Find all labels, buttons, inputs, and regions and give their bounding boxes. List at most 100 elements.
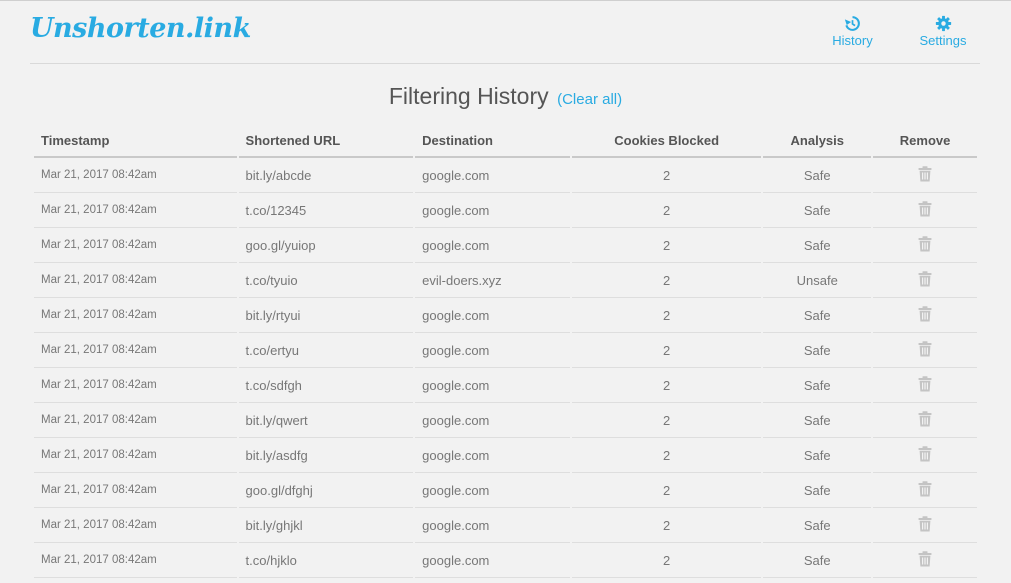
- clear-all-link[interactable]: (Clear all): [557, 91, 622, 108]
- shortened-url-cell: t.co/hjklo: [238, 543, 414, 578]
- trash-icon[interactable]: [918, 165, 932, 182]
- timestamp-cell: Mar 21, 2017 08:42am: [34, 158, 237, 193]
- cookies-blocked-cell: 2: [571, 403, 762, 438]
- remove-button[interactable]: [918, 375, 932, 395]
- remove-cell: [873, 473, 977, 508]
- remove-button[interactable]: [918, 200, 932, 220]
- table-row: Mar 21, 2017 08:42am t.co/tyuio evil-doers…: [34, 263, 977, 298]
- page: Unshorten.link History Settings Filterin…: [0, 0, 1011, 583]
- analysis-badge: Safe: [763, 193, 872, 228]
- analysis-badge: Safe: [763, 298, 872, 333]
- cookies-blocked-cell: 2: [571, 263, 762, 298]
- remove-button[interactable]: [918, 410, 932, 430]
- cookies-blocked-cell: 2: [571, 333, 762, 368]
- timestamp-cell: Mar 21, 2017 08:42am: [34, 508, 237, 543]
- table-row: Mar 21, 2017 08:42am t.co/ertyu google.com…: [34, 333, 977, 368]
- destination-cell: google.com: [415, 543, 570, 578]
- remove-button[interactable]: [918, 305, 932, 325]
- table-row: Mar 21, 2017 08:42am t.co/12345 google.com…: [34, 193, 977, 228]
- remove-button[interactable]: [918, 165, 932, 185]
- analysis-badge: Unsafe: [763, 263, 872, 298]
- timestamp-cell: Mar 21, 2017 08:42am: [34, 193, 237, 228]
- destination-cell: google.com: [415, 438, 570, 473]
- shortened-url-cell: goo.gl/yuiop: [238, 228, 414, 263]
- cookies-blocked-cell: 2: [571, 158, 762, 193]
- timestamp-cell: Mar 21, 2017 08:42am: [34, 473, 237, 508]
- table-row: Mar 21, 2017 08:42am goo.gl/yuiop google.c…: [34, 228, 977, 263]
- timestamp-cell: Mar 21, 2017 08:42am: [34, 543, 237, 578]
- analysis-badge: Safe: [763, 438, 872, 473]
- cookies-blocked-cell: 2: [571, 368, 762, 403]
- trash-icon[interactable]: [918, 410, 932, 427]
- timestamp-cell: Mar 21, 2017 08:42am: [34, 333, 237, 368]
- trash-icon[interactable]: [918, 515, 932, 532]
- shortened-url-cell: bit.ly/rtyui: [238, 298, 414, 333]
- app-logo[interactable]: Unshorten.link: [30, 13, 251, 44]
- remove-button[interactable]: [918, 270, 932, 290]
- trash-icon[interactable]: [918, 235, 932, 252]
- remove-button[interactable]: [918, 340, 932, 360]
- header-analysis: Analysis: [763, 125, 872, 158]
- timestamp-cell: Mar 21, 2017 08:42am: [34, 228, 237, 263]
- history-icon: [844, 16, 860, 31]
- trash-icon[interactable]: [918, 375, 932, 392]
- remove-button[interactable]: [918, 445, 932, 465]
- history-table: Timestamp Shortened URL Destination Cook…: [32, 125, 979, 578]
- trash-icon[interactable]: [918, 340, 932, 357]
- destination-cell: google.com: [415, 473, 570, 508]
- timestamp-cell: Mar 21, 2017 08:42am: [34, 263, 237, 298]
- table-row: Mar 21, 2017 08:42am bit.ly/ghjkl google.c…: [34, 508, 977, 543]
- page-title: Filtering History: [388, 83, 549, 109]
- table-header-row: Timestamp Shortened URL Destination Cook…: [34, 125, 977, 158]
- remove-cell: [873, 543, 977, 578]
- trash-icon[interactable]: [918, 550, 932, 567]
- destination-cell: google.com: [415, 228, 570, 263]
- shortened-url-cell: t.co/tyuio: [238, 263, 414, 298]
- shortened-url-cell: t.co/12345: [238, 193, 414, 228]
- cookies-blocked-cell: 2: [571, 543, 762, 578]
- cookies-blocked-cell: 2: [571, 508, 762, 543]
- destination-cell: google.com: [415, 158, 570, 193]
- table-row: Mar 21, 2017 08:42am bit.ly/abcde google.c…: [34, 158, 977, 193]
- table-row: Mar 21, 2017 08:42am bit.ly/rtyui google.c…: [34, 298, 977, 333]
- timestamp-cell: Mar 21, 2017 08:42am: [34, 438, 237, 473]
- header-cookies-blocked: Cookies Blocked: [571, 125, 762, 158]
- table-row: Mar 21, 2017 08:42am t.co/sdfgh google.com…: [34, 368, 977, 403]
- history-nav-button[interactable]: History: [830, 15, 875, 51]
- remove-button[interactable]: [918, 550, 932, 570]
- remove-button[interactable]: [918, 235, 932, 255]
- trash-icon[interactable]: [918, 480, 932, 497]
- cookies-blocked-cell: 2: [571, 298, 762, 333]
- timestamp-cell: Mar 21, 2017 08:42am: [34, 298, 237, 333]
- remove-cell: [873, 193, 977, 228]
- destination-cell: google.com: [415, 403, 570, 438]
- header-shortened-url: Shortened URL: [238, 125, 414, 158]
- table-row: Mar 21, 2017 08:42am bit.ly/qwert google.c…: [34, 403, 977, 438]
- table-row: Mar 21, 2017 08:42am bit.ly/asdfg google.c…: [34, 438, 977, 473]
- remove-button[interactable]: [918, 515, 932, 535]
- trash-icon[interactable]: [918, 200, 932, 217]
- remove-button[interactable]: [918, 480, 932, 500]
- table-row: Mar 21, 2017 08:42am t.co/hjklo google.com…: [34, 543, 977, 578]
- timestamp-cell: Mar 21, 2017 08:42am: [34, 368, 237, 403]
- remove-cell: [873, 263, 977, 298]
- trash-icon[interactable]: [918, 270, 932, 287]
- settings-nav-button[interactable]: Settings: [918, 15, 968, 51]
- destination-cell: google.com: [415, 508, 570, 543]
- remove-cell: [873, 298, 977, 333]
- gear-icon: [935, 15, 951, 32]
- remove-cell: [873, 333, 977, 368]
- remove-cell: [873, 403, 977, 438]
- header-destination: Destination: [415, 125, 570, 158]
- analysis-badge: Safe: [763, 473, 872, 508]
- trash-icon[interactable]: [918, 445, 932, 462]
- settings-nav-label: Settings: [919, 33, 967, 48]
- destination-cell: google.com: [415, 298, 570, 333]
- cookies-blocked-cell: 2: [571, 228, 762, 263]
- destination-cell: google.com: [415, 368, 570, 403]
- shortened-url-cell: goo.gl/dfghj: [238, 473, 414, 508]
- cookies-blocked-cell: 2: [571, 438, 762, 473]
- trash-icon[interactable]: [918, 305, 932, 322]
- destination-cell: evil-doers.xyz: [415, 263, 570, 298]
- destination-cell: google.com: [415, 193, 570, 228]
